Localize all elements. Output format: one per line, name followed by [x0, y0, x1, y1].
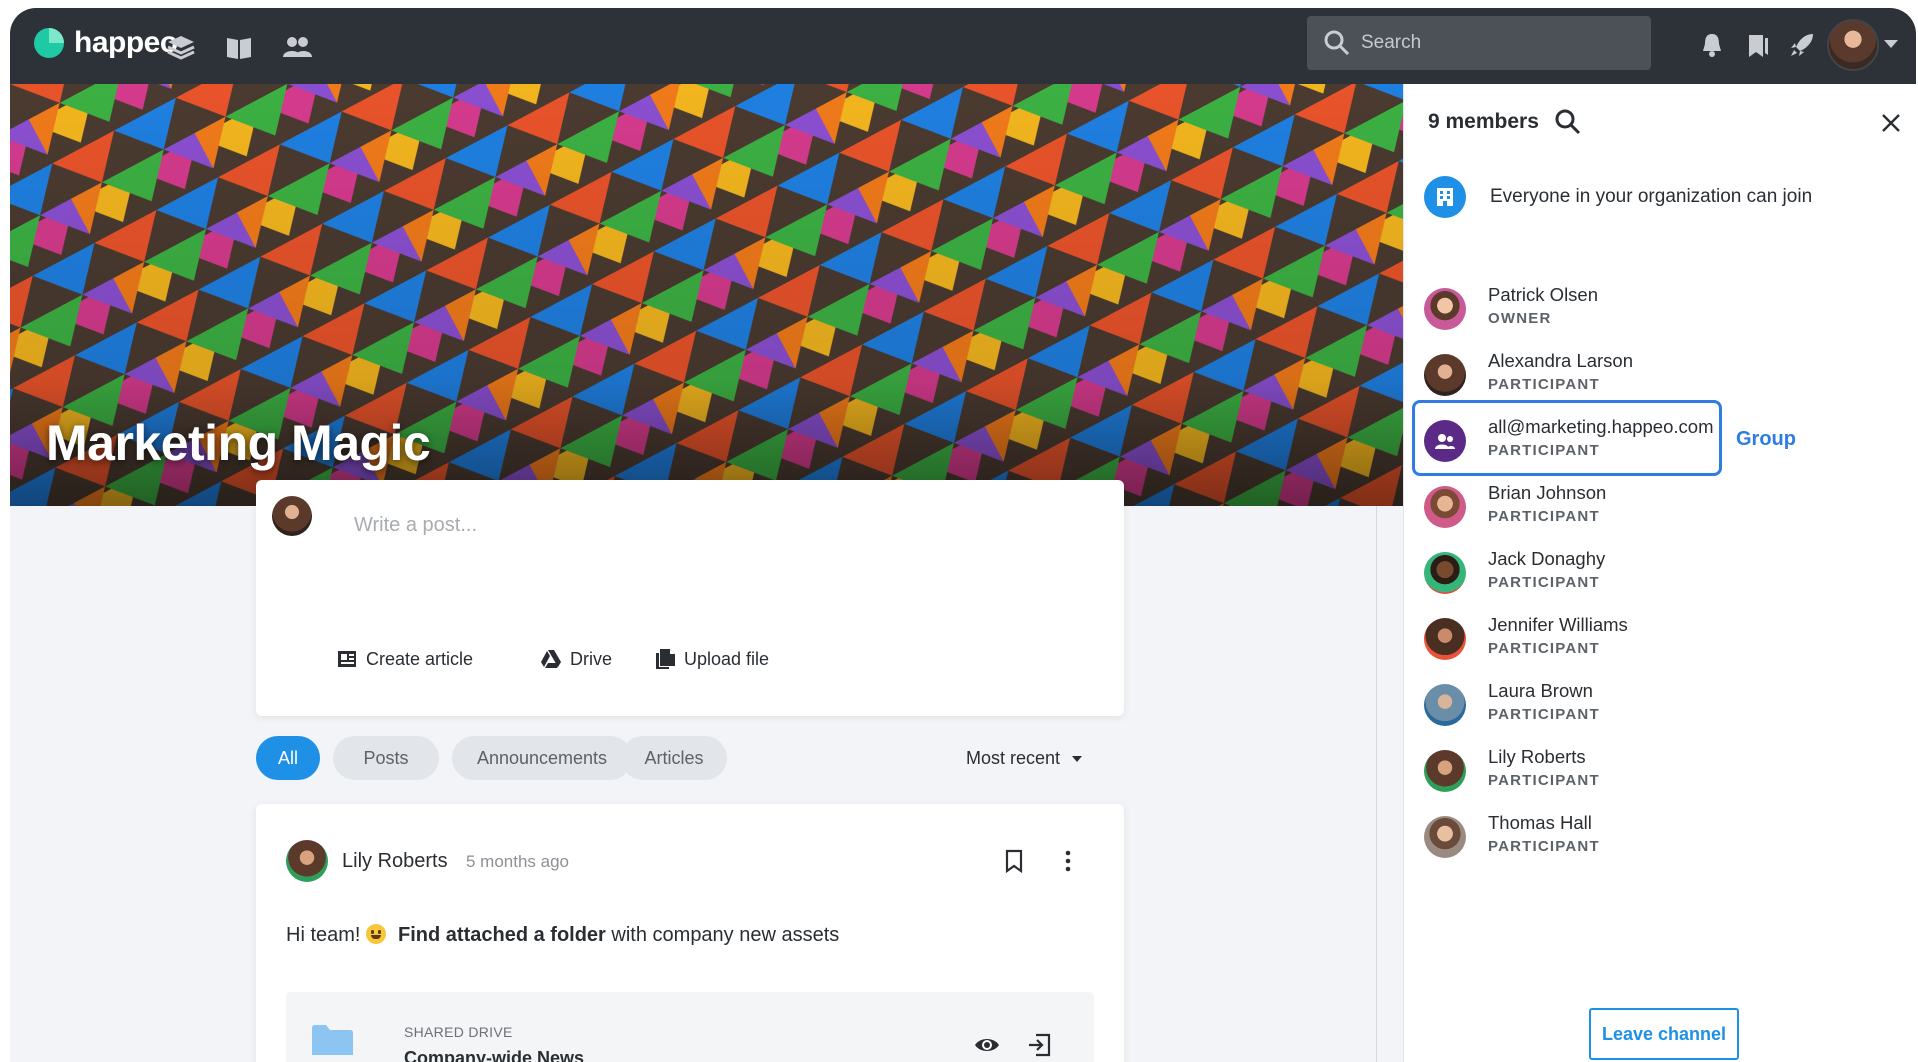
- layers-icon[interactable]: [164, 30, 198, 64]
- shared-drive-attachment[interactable]: SHARED DRIVE Company-wide News: [286, 992, 1094, 1062]
- leave-channel-button[interactable]: Leave channel: [1589, 1008, 1739, 1060]
- filter-all-tab[interactable]: All: [256, 736, 320, 780]
- rocket-icon[interactable]: [1787, 30, 1817, 60]
- post-body-suffix: with company new assets: [611, 924, 840, 946]
- member-row[interactable]: Laura Brown PARTICIPANT: [1424, 676, 1844, 736]
- member-name: Alexandra Larson: [1488, 350, 1634, 371]
- bell-icon[interactable]: [1697, 30, 1727, 60]
- upload-file-button[interactable]: Upload file: [654, 648, 769, 670]
- filter-posts-tab[interactable]: Posts: [333, 736, 439, 780]
- organization-access-text: Everyone in your organization can join: [1490, 186, 1813, 207]
- brand-name: happeo: [74, 26, 178, 59]
- member-row[interactable]: Alexandra Larson PARTICIPANT: [1424, 346, 1844, 406]
- global-search[interactable]: [1307, 16, 1651, 70]
- member-row-group[interactable]: all@marketing.happeo.com PARTICIPANT: [1424, 412, 1844, 472]
- member-row[interactable]: Jennifer Williams PARTICIPANT: [1424, 610, 1844, 670]
- members-count-title: 9 members: [1428, 110, 1539, 133]
- member-role: PARTICIPANT: [1488, 508, 1600, 525]
- google-drive-icon: [541, 650, 561, 668]
- happeo-logo-icon: [34, 28, 64, 58]
- search-icon: [1324, 30, 1350, 56]
- grinning-emoji-icon: [366, 924, 387, 944]
- app-window: happeo Search Marketing Magic Write a po…: [10, 8, 1916, 1062]
- book-icon[interactable]: [222, 30, 256, 64]
- member-avatar: [1424, 486, 1466, 528]
- post-timestamp: 5 months ago: [466, 852, 570, 871]
- member-name: Laura Brown: [1488, 680, 1593, 701]
- member-avatar: [1424, 816, 1466, 858]
- sort-dropdown[interactable]: Most recent: [966, 748, 1083, 769]
- feed-post: Lily Roberts 5 months ago Hi team! Find …: [256, 804, 1124, 1062]
- member-name: Jack Donaghy: [1488, 548, 1606, 569]
- attachment-title: Company-wide News: [404, 1048, 585, 1062]
- sort-caret-icon: [1072, 755, 1083, 762]
- preview-eye-icon[interactable]: [974, 1034, 1000, 1056]
- people-icon[interactable]: [280, 30, 314, 64]
- drive-label: Drive: [570, 648, 613, 669]
- post-composer: Create article Drive Upload file: [256, 480, 1124, 716]
- user-avatar[interactable]: [1827, 19, 1879, 71]
- bookmarks-icon[interactable]: [1743, 30, 1773, 60]
- member-row[interactable]: Lily Roberts PARTICIPANT: [1424, 742, 1844, 802]
- member-role: PARTICIPANT: [1488, 376, 1600, 393]
- member-row[interactable]: Jack Donaghy PARTICIPANT: [1424, 544, 1844, 604]
- member-role: PARTICIPANT: [1488, 640, 1600, 657]
- open-external-icon[interactable]: [1026, 1032, 1052, 1058]
- bookmark-icon[interactable]: [1002, 848, 1026, 874]
- channel-title: Marketing Magic: [46, 415, 431, 471]
- search-members-icon[interactable]: [1554, 108, 1582, 136]
- post-author-name[interactable]: Lily Roberts: [342, 850, 448, 873]
- post-body-bold: Find attached a folder: [398, 924, 606, 946]
- member-avatar: [1424, 288, 1466, 330]
- member-row[interactable]: Brian Johnson PARTICIPANT: [1424, 478, 1844, 538]
- member-role: PARTICIPANT: [1488, 442, 1600, 459]
- write-post-input[interactable]: [354, 514, 1054, 537]
- member-name: Thomas Hall: [1488, 812, 1592, 833]
- organization-access-note: Everyone in your organization can join: [1424, 176, 1812, 218]
- create-article-label: Create article: [366, 648, 474, 669]
- member-name: Lily Roberts: [1488, 746, 1586, 767]
- filter-announcements-tab[interactable]: Announcements: [452, 736, 632, 780]
- post-body-prefix: Hi team!: [286, 924, 361, 946]
- more-options-icon[interactable]: [1056, 848, 1080, 874]
- member-name: Jennifer Williams: [1488, 614, 1628, 635]
- member-avatar: [1424, 354, 1466, 396]
- member-row[interactable]: Patrick Olsen OWNER: [1424, 280, 1844, 340]
- member-role: PARTICIPANT: [1488, 706, 1600, 723]
- composer-user-avatar: [272, 496, 312, 536]
- sort-label: Most recent: [966, 748, 1061, 768]
- member-avatar: [1424, 750, 1466, 792]
- organization-building-icon: [1424, 176, 1466, 218]
- feed-divider: [1376, 506, 1377, 1062]
- member-avatar: [1424, 618, 1466, 660]
- upload-file-label: Upload file: [684, 648, 770, 669]
- member-role: PARTICIPANT: [1488, 574, 1600, 591]
- upload-file-icon: [656, 649, 675, 669]
- member-name: Brian Johnson: [1488, 482, 1607, 503]
- search-input[interactable]: [1361, 32, 1631, 54]
- filter-articles-tab[interactable]: Articles: [621, 736, 727, 780]
- member-avatar: [1424, 552, 1466, 594]
- create-article-button[interactable]: Create article: [336, 648, 473, 670]
- happeo-logo[interactable]: happeo: [32, 26, 178, 60]
- post-author-avatar[interactable]: [286, 840, 328, 882]
- attachment-kicker: SHARED DRIVE: [404, 1024, 513, 1040]
- member-role: PARTICIPANT: [1488, 772, 1600, 789]
- group-avatar-icon: [1424, 420, 1466, 462]
- member-role: OWNER: [1488, 310, 1552, 327]
- member-row[interactable]: Thomas Hall PARTICIPANT: [1424, 808, 1844, 868]
- drive-button[interactable]: Drive: [540, 648, 612, 670]
- member-role: PARTICIPANT: [1488, 838, 1600, 855]
- member-name: all@marketing.happeo.com: [1488, 416, 1714, 437]
- top-navigation-bar: happeo: [10, 8, 1916, 84]
- member-name: Patrick Olsen: [1488, 284, 1599, 305]
- article-icon: [338, 651, 356, 667]
- close-icon[interactable]: [1880, 112, 1902, 134]
- account-menu-caret-icon[interactable]: [1884, 40, 1898, 48]
- member-avatar: [1424, 684, 1466, 726]
- post-body: Hi team! Find attached a folder with com…: [286, 924, 839, 947]
- members-panel: 9 members Everyone in your organization …: [1403, 84, 1916, 1062]
- folder-icon: [312, 1025, 353, 1055]
- channel-cover-image: Marketing Magic: [10, 84, 1403, 506]
